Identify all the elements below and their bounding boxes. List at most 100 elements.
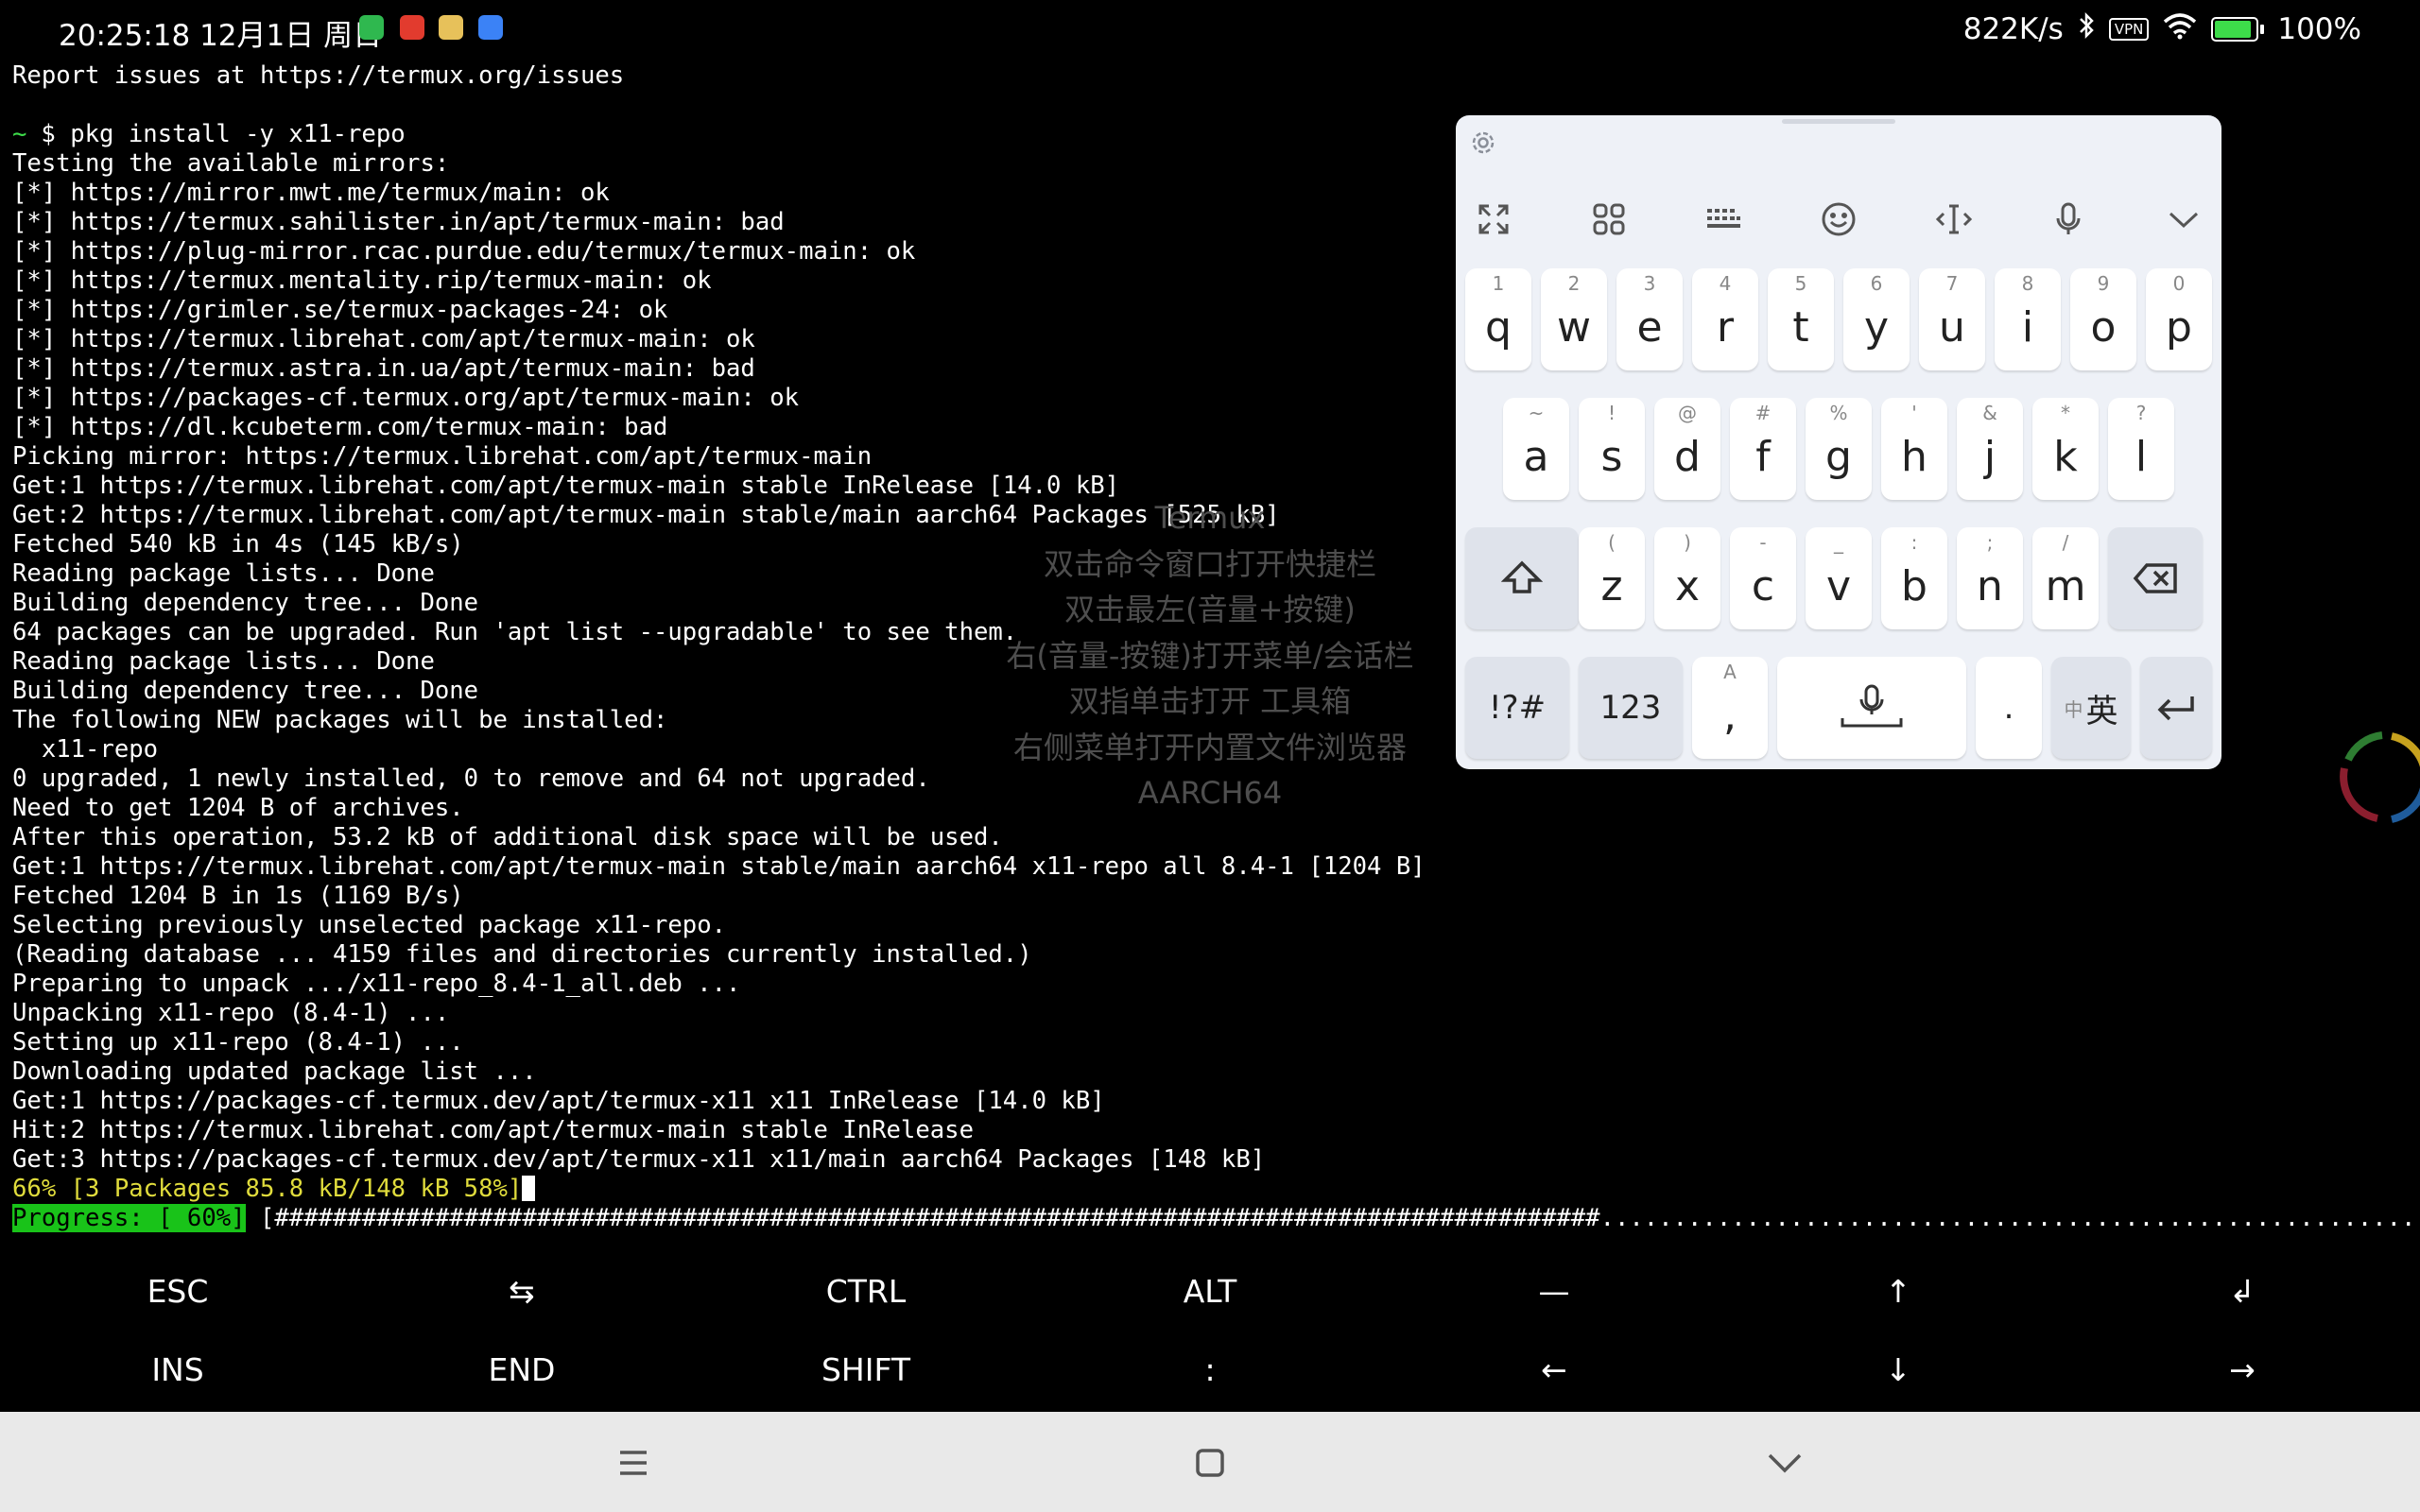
key-h[interactable]: h '	[1881, 398, 1947, 500]
key-l[interactable]: l?	[2108, 398, 2174, 500]
key-f[interactable]: f #	[1730, 398, 1796, 500]
shift-icon	[1465, 527, 1579, 629]
key-d[interactable]: d @	[1654, 398, 1720, 500]
key-label: n	[1977, 562, 2003, 610]
end-key[interactable]: END	[350, 1332, 694, 1407]
key-hint: &	[1982, 402, 1997, 424]
key-hint: 4	[1719, 272, 1732, 295]
colon-key[interactable]: :	[1038, 1332, 1382, 1407]
key-c[interactable]: c-	[1730, 527, 1796, 629]
enter-icon	[2140, 657, 2212, 759]
back-chevron-icon[interactable]	[1754, 1433, 1815, 1493]
tab-key[interactable]: ⇆	[350, 1253, 694, 1329]
key-w[interactable]: w2	[1541, 268, 1607, 370]
key-p[interactable]: p0	[2146, 268, 2212, 370]
menu-icon[interactable]	[603, 1433, 664, 1493]
terminal-line: After this operation, 53.2 kB of additio…	[12, 823, 1003, 851]
alt-key[interactable]: ALT	[1038, 1253, 1382, 1329]
key-s[interactable]: s!	[1579, 398, 1645, 500]
key-hint: 8	[2021, 272, 2034, 295]
period-key[interactable]: .	[1976, 657, 2042, 759]
key-label: k	[2053, 433, 2078, 481]
enter-key[interactable]	[2140, 657, 2212, 759]
key-z[interactable]: z(	[1579, 527, 1645, 629]
comma-key[interactable]: ,A	[1692, 657, 1768, 759]
space-key[interactable]	[1777, 657, 1966, 759]
floating-loading-indicator[interactable]	[2335, 726, 2420, 830]
key-label: h	[1901, 433, 1927, 481]
language-label: 中英	[2051, 657, 2131, 759]
key-t[interactable]: t5	[1768, 268, 1834, 370]
arrow-down-key[interactable]: ↓	[1726, 1332, 2070, 1407]
ins-key[interactable]: INS	[6, 1332, 350, 1407]
key-hint: 2	[1567, 272, 1581, 295]
symbols-key[interactable]: !?#	[1465, 657, 1569, 759]
collapse-keyboard-icon[interactable]	[2155, 191, 2212, 248]
expand-icon[interactable]	[1465, 191, 1522, 248]
shield-app-icon	[359, 15, 384, 40]
terminal-line: Preparing to unpack .../x11-repo_8.4-1_a…	[12, 970, 741, 998]
key-label: s	[1600, 433, 1623, 481]
home-icon[interactable]	[1180, 1433, 1240, 1493]
key-b[interactable]: b:	[1881, 527, 1947, 629]
key-n[interactable]: n;	[1957, 527, 2023, 629]
dash-key[interactable]: —	[1382, 1253, 1726, 1329]
status-indicators: 822K/s VPN 100%	[1963, 11, 2361, 47]
key-j[interactable]: j &	[1957, 398, 2023, 500]
keyboard-settings-icon[interactable]	[1469, 129, 1497, 157]
arrow-left-key[interactable]: ←	[1382, 1332, 1726, 1407]
key-k[interactable]: k *	[2032, 398, 2099, 500]
key-hint: 1	[1492, 272, 1505, 295]
language-switch-key[interactable]: 中英	[2051, 657, 2131, 759]
terminal-line: Setting up x11-repo (8.4-1) ...	[12, 1028, 464, 1057]
key-o[interactable]: o9	[2070, 268, 2136, 370]
key-y[interactable]: y6	[1843, 268, 1910, 370]
terminal-line: Unpacking x11-repo (8.4-1) ...	[12, 999, 450, 1027]
backspace-key[interactable]	[2108, 527, 2203, 629]
terminal-line: Get:1 https://termux.librehat.com/apt/te…	[12, 852, 1426, 881]
key-m[interactable]: m /	[2032, 527, 2099, 629]
key-label: w	[1557, 303, 1591, 352]
arrow-up-key[interactable]: ↑	[1726, 1253, 2070, 1329]
esc-key[interactable]: ESC	[6, 1253, 350, 1329]
bluetooth-icon	[2077, 11, 2096, 47]
ctrl-key[interactable]: CTRL	[694, 1253, 1038, 1329]
space-voice-icon	[1777, 657, 1966, 759]
shift-key[interactable]	[1465, 527, 1579, 629]
key-hint: )	[1684, 531, 1691, 554]
key-label: ,	[1723, 692, 1737, 740]
backspace-icon	[2108, 527, 2203, 629]
key-hint: :	[1910, 531, 1918, 554]
key-label: g	[1825, 433, 1852, 481]
key-label: i	[2021, 303, 2034, 352]
key-e[interactable]: e3	[1616, 268, 1683, 370]
emoji-icon[interactable]	[1810, 191, 1867, 248]
key-i[interactable]: i8	[1995, 268, 2061, 370]
key-v[interactable]: v _	[1806, 527, 1872, 629]
apps-grid-icon[interactable]	[1581, 191, 1637, 248]
video-app-icon	[400, 15, 424, 40]
keyboard-layout-icon[interactable]	[1695, 191, 1752, 248]
keyboard-drag-handle[interactable]	[1782, 119, 1895, 124]
key-hint: /	[2062, 531, 2069, 554]
numbers-key[interactable]: 123	[1579, 657, 1683, 759]
key-r[interactable]: r4	[1692, 268, 1758, 370]
terminal-line: (Reading database ... 4159 files and dir…	[12, 940, 1032, 969]
lang-small: 中	[2064, 697, 2083, 721]
key-label: y	[1863, 303, 1890, 352]
cursor-move-icon[interactable]	[1926, 191, 1982, 248]
key-u[interactable]: u7	[1919, 268, 1985, 370]
voice-input-icon[interactable]	[2040, 191, 2097, 248]
key-hint: @	[1678, 402, 1697, 424]
key-label: l	[2135, 433, 2148, 481]
arrow-right-key[interactable]: →	[2070, 1332, 2414, 1407]
key-q[interactable]: q1	[1465, 268, 1531, 370]
key-a[interactable]: a ~	[1503, 398, 1569, 500]
progress-line: Progress: [ 60%] [######################…	[12, 1204, 2420, 1233]
key-x[interactable]: x)	[1654, 527, 1720, 629]
shift-extra-key[interactable]: SHIFT	[694, 1332, 1038, 1407]
watermark-line: 双击命令窗口打开快捷栏	[1043, 545, 1376, 582]
progress-bar: [#######################################…	[259, 1204, 2420, 1232]
enter-extra-key[interactable]: ↲	[2070, 1253, 2414, 1329]
key-g[interactable]: g%	[1806, 398, 1872, 500]
